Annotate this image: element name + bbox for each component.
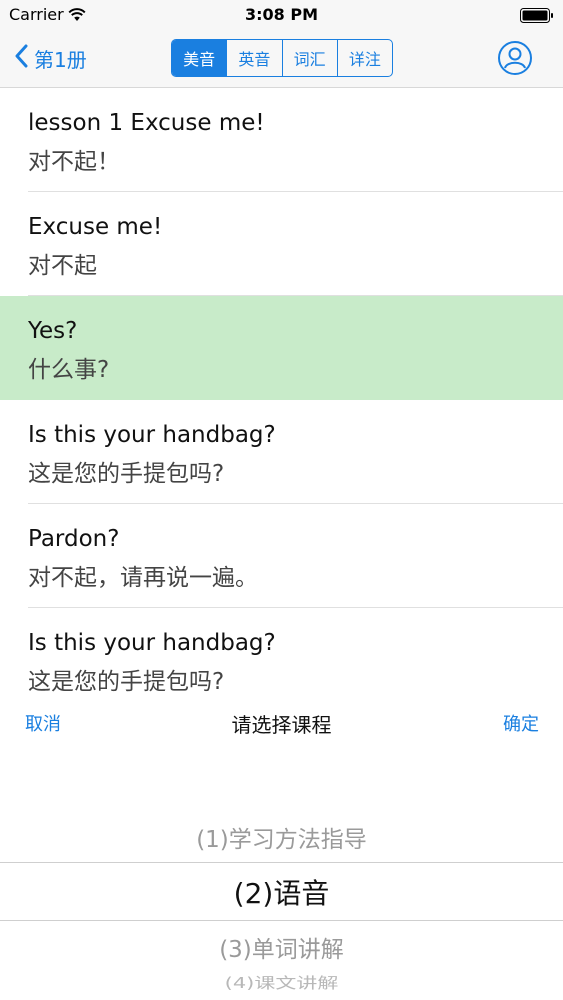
sentence-english: Pardon? <box>28 526 120 552</box>
sentence-english: Is this your handbag? <box>28 630 276 656</box>
back-button[interactable]: 第1册 <box>14 42 87 74</box>
sentence-chinese: 什么事? <box>28 357 110 383</box>
picker-toolbar: 取消 请选择课程 确定 <box>0 692 563 752</box>
sentence-chinese: 这是您的手提包吗? <box>28 461 225 487</box>
profile-button[interactable] <box>497 40 533 76</box>
sentence-english: Is this your handbag? <box>28 422 276 448</box>
chevron-left-icon <box>14 44 34 73</box>
accent-segmented-control: 美音 英音 词汇 详注 <box>171 39 393 77</box>
confirm-button[interactable]: 确定 <box>503 710 539 736</box>
segment-vocabulary[interactable]: 词汇 <box>283 40 338 76</box>
sentence-english: lesson 1 Excuse me! <box>28 110 265 136</box>
user-profile-icon <box>497 41 533 80</box>
sentence-english: Yes? <box>28 318 78 344</box>
list-item[interactable]: Excuse me! 对不起 <box>0 192 563 296</box>
picker-selection-line-top <box>0 862 563 863</box>
segment-british[interactable]: 英音 <box>227 40 283 76</box>
list-item[interactable]: Pardon? 对不起，请再说一遍。 <box>0 504 563 608</box>
picker-option[interactable]: (4)课文讲解 <box>0 972 563 993</box>
sentence-english: Excuse me! <box>28 214 163 240</box>
picker-option[interactable]: (3)单词讲解 <box>0 930 563 964</box>
list-item-highlighted[interactable]: Yes? 什么事? <box>0 296 563 400</box>
list-item[interactable]: Is this your handbag? 这是您的手提包吗? <box>0 400 563 504</box>
list-item[interactable]: lesson 1 Excuse me! 对不起！ <box>0 88 563 192</box>
sentence-chinese: 对不起，请再说一遍。 <box>28 565 258 591</box>
battery-icon <box>520 8 554 27</box>
sentence-chinese: 对不起 <box>28 253 97 279</box>
navigation-bar: 第1册 美音 英音 词汇 详注 <box>0 30 563 88</box>
picker-option-selected[interactable]: (2)语音 <box>0 872 563 912</box>
picker-title: 请选择课程 <box>231 713 332 737</box>
list-item[interactable]: Is this your handbag? 这是您的手提包吗? <box>0 608 563 692</box>
sentence-chinese: 对不起！ <box>28 149 120 175</box>
segment-american[interactable]: 美音 <box>172 40 228 76</box>
sentence-chinese: 这是您的手提包吗? <box>28 669 225 692</box>
course-picker-wheel[interactable]: (1)学习方法指导 (2)语音 (3)单词讲解 (4)课文讲解 <box>0 752 563 1000</box>
back-button-label: 第1册 <box>34 47 87 72</box>
status-bar: Carrier 3:08 PM <box>0 0 563 30</box>
sentence-list: lesson 1 Excuse me! 对不起！ Excuse me! 对不起 … <box>0 88 563 692</box>
picker-option[interactable]: (1)学习方法指导 <box>0 820 563 854</box>
status-time: 3:08 PM <box>244 5 318 24</box>
picker-selection-line-bottom <box>0 920 563 921</box>
segment-notes[interactable]: 详注 <box>338 40 392 76</box>
